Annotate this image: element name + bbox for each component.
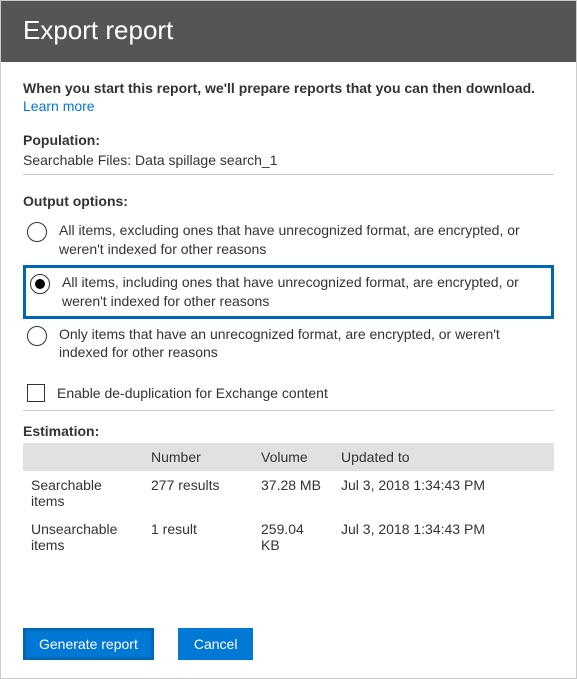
output-options-label: Output options: <box>23 193 554 209</box>
col-number: Number <box>143 443 253 471</box>
estimation-label: Estimation: <box>23 423 554 439</box>
radio-option-all-including[interactable]: All items, including ones that have unre… <box>23 265 554 319</box>
col-volume: Volume <box>253 443 333 471</box>
radio-label: All items, excluding ones that have unre… <box>59 221 550 259</box>
estimation-table: Number Volume Updated to Searchable item… <box>23 443 554 559</box>
cell-updated: Jul 3, 2018 1:34:43 PM <box>333 515 554 559</box>
radio-option-all-excluding[interactable]: All items, excluding ones that have unre… <box>23 215 554 265</box>
cell-updated: Jul 3, 2018 1:34:43 PM <box>333 471 554 515</box>
dialog-buttons: Generate report Cancel <box>1 618 576 678</box>
generate-report-button[interactable]: Generate report <box>23 628 154 660</box>
radio-icon <box>27 326 47 346</box>
col-blank <box>23 443 143 471</box>
export-report-dialog: Export report When you start this report… <box>0 0 577 679</box>
table-row: Unsearchable items 1 result 259.04 KB Ju… <box>23 515 554 559</box>
dialog-header: Export report <box>1 1 576 62</box>
learn-more-link[interactable]: Learn more <box>23 98 95 114</box>
cell-name: Unsearchable items <box>23 515 143 559</box>
radio-label: All items, including ones that have unre… <box>62 273 547 311</box>
output-options-group: All items, excluding ones that have unre… <box>23 215 554 368</box>
radio-icon <box>30 274 50 294</box>
dialog-content: When you start this report, we'll prepar… <box>1 62 576 618</box>
cell-number: 277 results <box>143 471 253 515</box>
divider <box>23 410 554 411</box>
population-value: Searchable Files: Data spillage search_1 <box>23 152 554 168</box>
dialog-title: Export report <box>23 15 554 46</box>
radio-icon <box>27 222 47 242</box>
cell-volume: 37.28 MB <box>253 471 333 515</box>
table-header-row: Number Volume Updated to <box>23 443 554 471</box>
cancel-button[interactable]: Cancel <box>178 628 254 660</box>
cell-number: 1 result <box>143 515 253 559</box>
cell-volume: 259.04 KB <box>253 515 333 559</box>
table-row: Searchable items 277 results 37.28 MB Ju… <box>23 471 554 515</box>
col-updated: Updated to <box>333 443 554 471</box>
dedup-checkbox-row[interactable]: Enable de-duplication for Exchange conte… <box>27 384 554 402</box>
radio-label: Only items that have an unrecognized for… <box>59 325 550 363</box>
divider <box>23 174 554 175</box>
cell-name: Searchable items <box>23 471 143 515</box>
population-label: Population: <box>23 132 554 148</box>
dedup-label: Enable de-duplication for Exchange conte… <box>57 385 328 401</box>
checkbox-icon <box>27 384 45 402</box>
radio-option-only-unrecognized[interactable]: Only items that have an unrecognized for… <box>23 319 554 369</box>
intro-text: When you start this report, we'll prepar… <box>23 80 554 96</box>
